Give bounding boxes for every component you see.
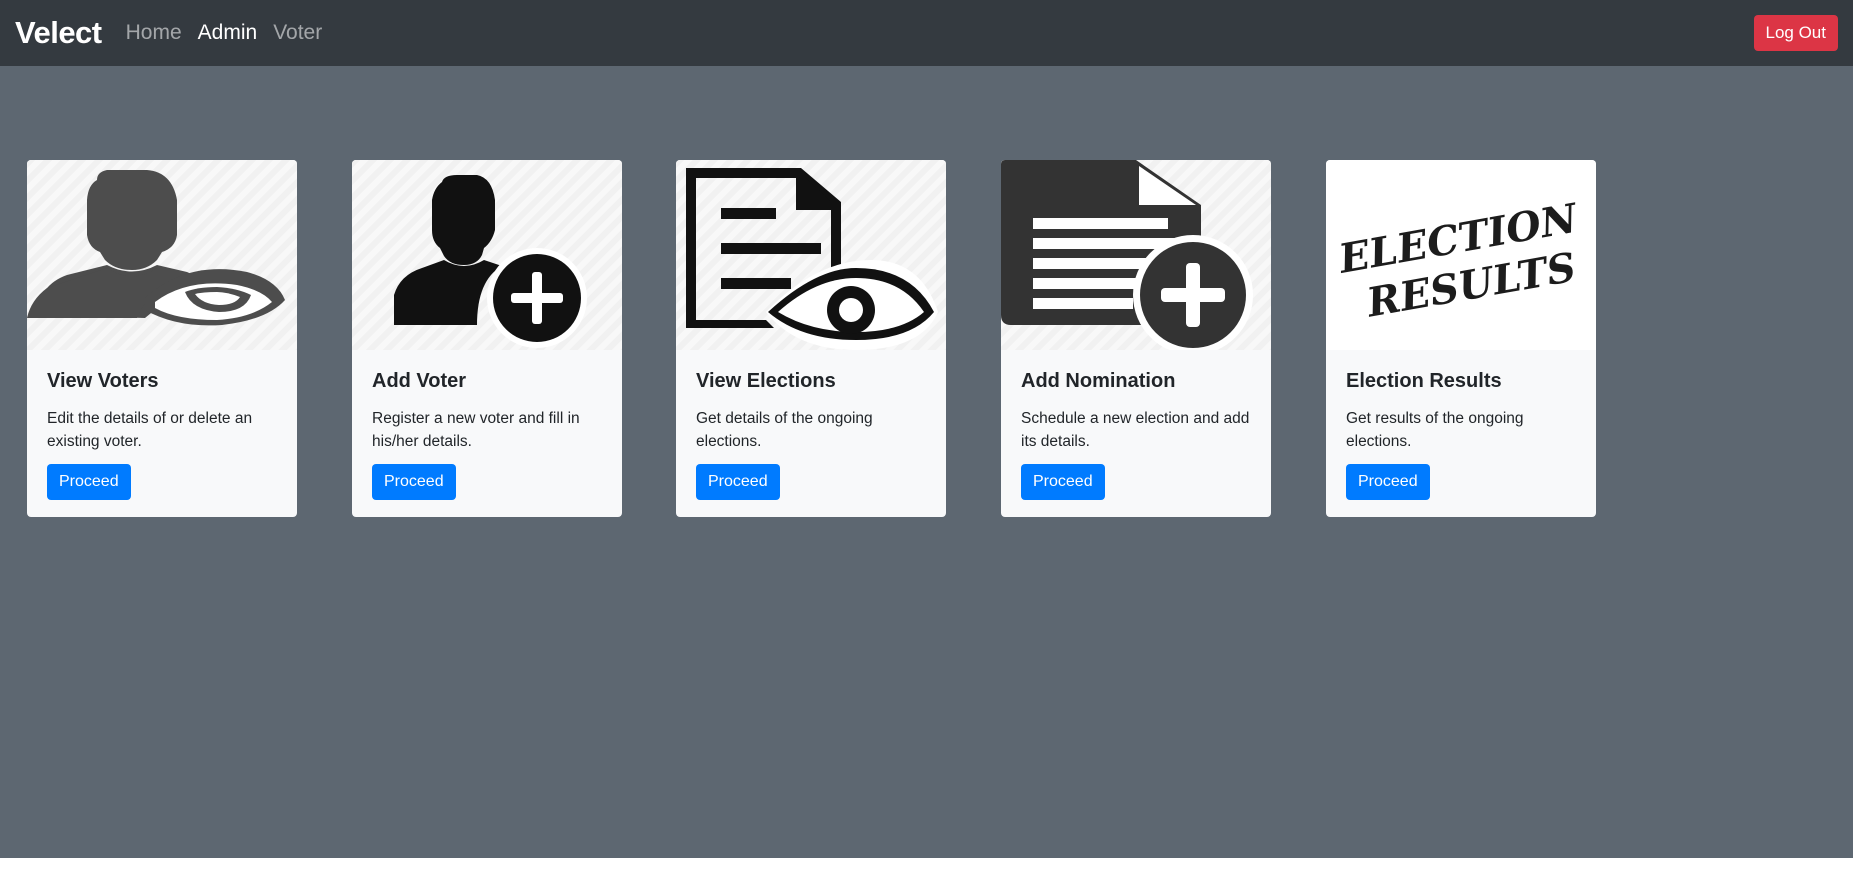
user-eye-icon: [27, 170, 285, 326]
card-body: Add Nomination Schedule a new election a…: [1001, 350, 1271, 517]
card-text: Schedule a new election and add its deta…: [1021, 410, 1250, 450]
page: Velect Home Admin Voter Log Out View Vot…: [0, 0, 1853, 874]
card-view-elections: View Elections Get details of the ongoin…: [676, 160, 946, 517]
card-add-voter: Add Voter Register a new voter and fill …: [352, 160, 622, 517]
card-body: View Elections Get details of the ongoin…: [676, 350, 946, 517]
nav-link-home[interactable]: Home: [126, 21, 182, 45]
document-add-icon: [1001, 160, 1253, 350]
card-image: [676, 160, 946, 350]
card-title: Add Voter: [372, 370, 467, 392]
proceed-button-view-elections[interactable]: Proceed: [696, 464, 780, 500]
card-title: View Voters: [47, 370, 159, 392]
card-image: ELECTION RESULTS: [1326, 160, 1596, 350]
page-footer-strip: [0, 858, 1853, 874]
card-title: Election Results: [1346, 370, 1502, 392]
card-image: [1001, 160, 1271, 350]
card-text: Get results of the ongoing elections.: [1346, 410, 1524, 450]
card-image: [27, 160, 297, 350]
card-body: Election Results Get results of the ongo…: [1326, 350, 1596, 517]
card-election-results: ELECTION RESULTS Election Results Get re…: [1326, 160, 1596, 517]
card-view-voters: View Voters Edit the details of or delet…: [27, 160, 297, 517]
proceed-button-view-voters[interactable]: Proceed: [47, 464, 131, 500]
election-results-stamp: ELECTION RESULTS: [1334, 194, 1582, 326]
card-body: Add Voter Register a new voter and fill …: [352, 350, 622, 517]
admin-dashboard: View Voters Edit the details of or delet…: [0, 66, 1853, 858]
card-text: Get details of the ongoing elections.: [696, 410, 873, 450]
proceed-button-add-voter[interactable]: Proceed: [372, 464, 456, 500]
proceed-button-add-nomination[interactable]: Proceed: [1021, 464, 1105, 500]
card-title: Add Nomination: [1021, 370, 1176, 392]
top-navbar: Velect Home Admin Voter Log Out: [0, 0, 1853, 66]
nav-link-admin[interactable]: Admin: [198, 21, 258, 45]
card-text: Edit the details of or delete an existin…: [47, 410, 253, 450]
user-add-icon: [394, 175, 587, 348]
card-text: Register a new voter and fill in his/her…: [372, 410, 580, 450]
card-image: [352, 160, 622, 350]
card-title: View Elections: [696, 370, 836, 392]
card-body: View Voters Edit the details of or delet…: [27, 350, 297, 517]
logout-button[interactable]: Log Out: [1753, 15, 1838, 51]
nav-link-voter[interactable]: Voter: [273, 21, 322, 45]
brand-logo[interactable]: Velect: [15, 15, 102, 51]
proceed-button-election-results[interactable]: Proceed: [1346, 464, 1430, 500]
document-eye-icon: [686, 168, 938, 350]
card-add-nomination: Add Nomination Schedule a new election a…: [1001, 160, 1271, 517]
